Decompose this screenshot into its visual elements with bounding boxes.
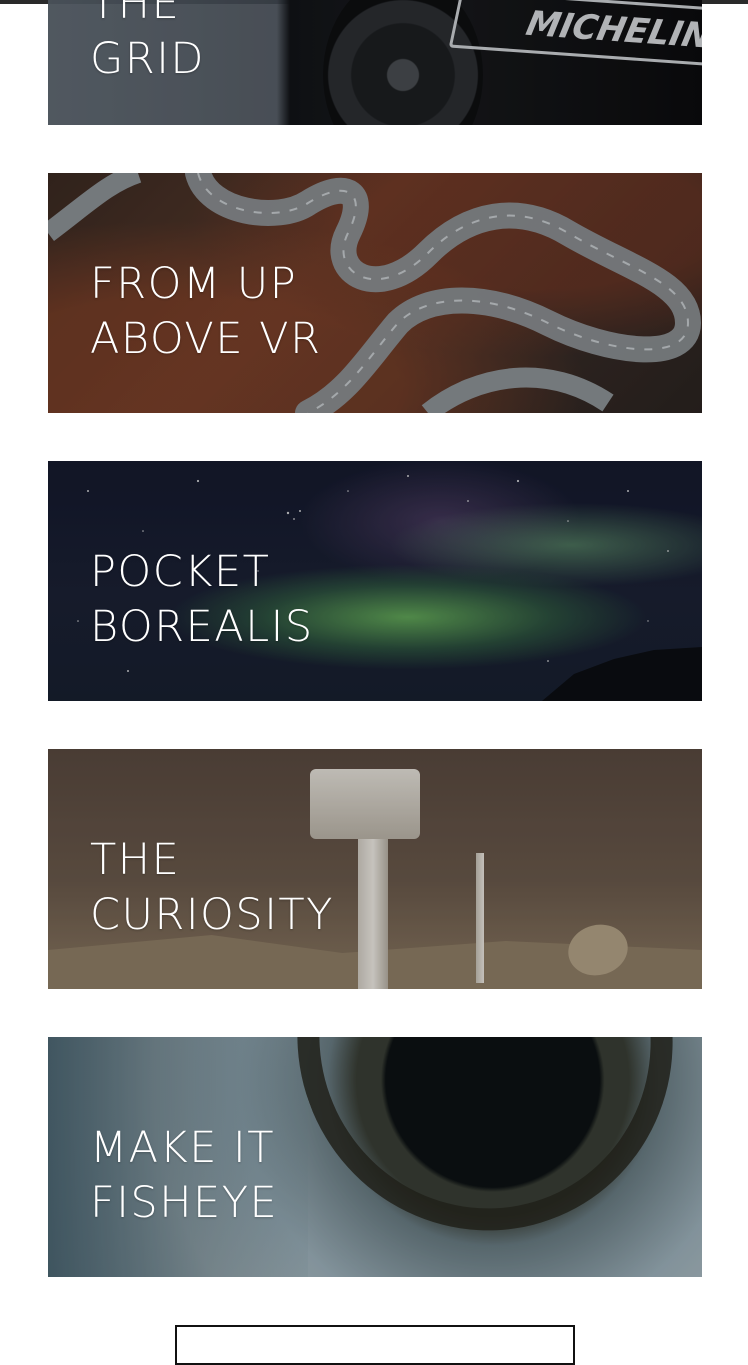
more-projects-button[interactable] <box>175 1325 575 1365</box>
card-title-line: FISHEYE <box>90 1178 279 1228</box>
card-title: FROM UP ABOVE VR <box>90 257 390 367</box>
card-title: THE GRID <box>90 0 390 87</box>
project-card-pocket-borealis[interactable]: POCKET BOREALIS <box>48 461 702 701</box>
card-title-line: ABOVE VR <box>90 314 322 364</box>
card-title-line: CURIOSITY <box>90 890 334 940</box>
project-card-from-up-above-vr[interactable]: FROM UP ABOVE VR <box>48 173 702 413</box>
project-card-make-it-fisheye[interactable]: MAKE IT FISHEYE <box>48 1037 702 1277</box>
card-title-line: BOREALIS <box>90 602 314 652</box>
card-title-line: THE <box>90 835 181 885</box>
card-title-line: FROM UP <box>90 259 298 309</box>
card-title-line: POCKET <box>90 547 271 597</box>
card-title: THE CURIOSITY <box>90 833 390 943</box>
card-title-line: THE <box>90 0 181 29</box>
card-title: POCKET BOREALIS <box>90 545 390 655</box>
card-title-line: GRID <box>90 34 205 84</box>
card-title: MAKE IT FISHEYE <box>90 1121 390 1231</box>
card-title-line: MAKE IT <box>90 1123 275 1173</box>
project-card-the-grid[interactable]: MICHELIN THE GRID <box>48 0 702 125</box>
project-card-the-curiosity[interactable]: THE CURIOSITY <box>48 749 702 989</box>
